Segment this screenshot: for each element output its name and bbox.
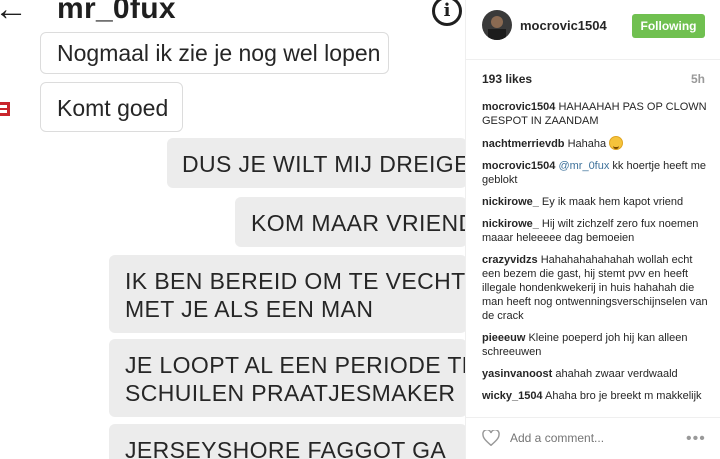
comment: nachtmerrievdb Hahaha (482, 136, 710, 151)
chat-header: ← mr_0fux i (0, 0, 465, 32)
comment: crazyvidzs Hahahahahahahah wollah echt e… (482, 253, 710, 323)
message-bubble-out: IK BEN BEREID OM TE VECHTEN MET JE ALS E… (109, 255, 465, 333)
message-text: Nogmaal ik zie je nog wel lopen (57, 40, 381, 66)
message-text-line: JE LOOPT AL EEN PERIODE TE (125, 352, 465, 378)
comment: mocrovic1504 @mr_0fux kk hoertje heeft m… (482, 159, 710, 187)
message-text: JERSEYSHORE FAGGOT GA (125, 437, 447, 459)
add-comment-input[interactable] (510, 431, 670, 445)
comment: yasinvanoost ahahah zwaar verdwaald (482, 367, 710, 381)
message-text: KOM MAAR VRIEND (251, 210, 465, 236)
comment: nickirowe_ Hij wilt zichzelf zero fux no… (482, 217, 710, 245)
likes-row: 193 likes 5h (482, 72, 705, 88)
following-button[interactable]: Following (632, 14, 705, 38)
comment-text: Hahaha (567, 138, 607, 150)
heart-icon[interactable] (482, 429, 500, 447)
message-text-line: IK BEN BEREID OM TE VECHTEN (125, 268, 465, 294)
sender-avatar (0, 96, 14, 124)
comment-user[interactable]: pieeeuw (482, 332, 525, 344)
comment-list[interactable]: mocrovic1504 HAHAAHAH PAS OP CLOWN GESPO… (482, 100, 710, 412)
comment-user[interactable]: mocrovic1504 (482, 160, 555, 172)
chat-title: mr_0fux (57, 0, 176, 25)
comment-user[interactable]: nachtmerrievdb (482, 138, 565, 150)
chat-screenshot: ← mr_0fux i Nogmaal ik zie je nog wel lo… (0, 0, 465, 459)
message-bubble-in: Nogmaal ik zie je nog wel lopen (40, 32, 389, 74)
post-header: mocrovic1504 Following (466, 0, 720, 60)
comment: nickirowe_ Ey ik maak hem kapot vriend (482, 195, 710, 209)
comment-text: Ahaha bro je breekt m makkelijk (545, 390, 702, 402)
comment-user[interactable]: wicky_1504 (482, 390, 543, 402)
message-bubble-out: JERSEYSHORE FAGGOT GA (109, 424, 465, 459)
message-text: DUS JE WILT MIJ DREIGEN (182, 151, 465, 177)
message-bubble-out: JE LOOPT AL EEN PERIODE TE SCHUILEN PRAA… (109, 339, 465, 417)
comment-user[interactable]: nickirowe_ (482, 218, 539, 230)
comment-text: ahahah zwaar verdwaald (555, 368, 678, 380)
message-bubble-out: KOM MAAR VRIEND (235, 197, 465, 247)
laughing-emoji-icon (609, 136, 624, 150)
message-text: Komt goed (57, 95, 169, 121)
comment-user[interactable]: crazyvidzs (482, 254, 538, 266)
message-bubble-in: Komt goed (40, 82, 183, 132)
comment: pieeeuw Kleine poeperd joh hij kan allee… (482, 331, 710, 359)
more-options-icon[interactable]: ••• (686, 430, 706, 448)
comment-user[interactable]: nickirowe_ (482, 196, 539, 208)
message-bubble-out: DUS JE WILT MIJ DREIGEN (167, 138, 465, 188)
message-text-line: MET JE ALS EEN MAN (125, 296, 374, 322)
comment: wicky_1504 Ahaha bro je breekt m makkeli… (482, 389, 710, 403)
post-age: 5h (690, 72, 705, 86)
message-text-line: SCHUILEN PRAATJESMAKER (125, 380, 456, 406)
post-username[interactable]: mocrovic1504 (520, 18, 607, 33)
info-icon[interactable]: i (432, 0, 462, 26)
post-panel: mocrovic1504 Following 193 likes 5h mocr… (465, 0, 720, 459)
comment-bar: ••• (466, 417, 720, 459)
comment-text: Ey ik maak hem kapot vriend (541, 196, 684, 208)
arrow-left-icon[interactable]: ← (0, 0, 28, 26)
comment-user[interactable]: mocrovic1504 (482, 101, 555, 113)
avatar[interactable] (482, 10, 512, 40)
comment: mocrovic1504 HAHAAHAH PAS OP CLOWN GESPO… (482, 100, 710, 128)
comment-mention[interactable]: @mr_0fux (558, 160, 609, 172)
comment-user[interactable]: yasinvanoost (482, 368, 552, 380)
likes-count[interactable]: 193 likes (482, 72, 532, 86)
